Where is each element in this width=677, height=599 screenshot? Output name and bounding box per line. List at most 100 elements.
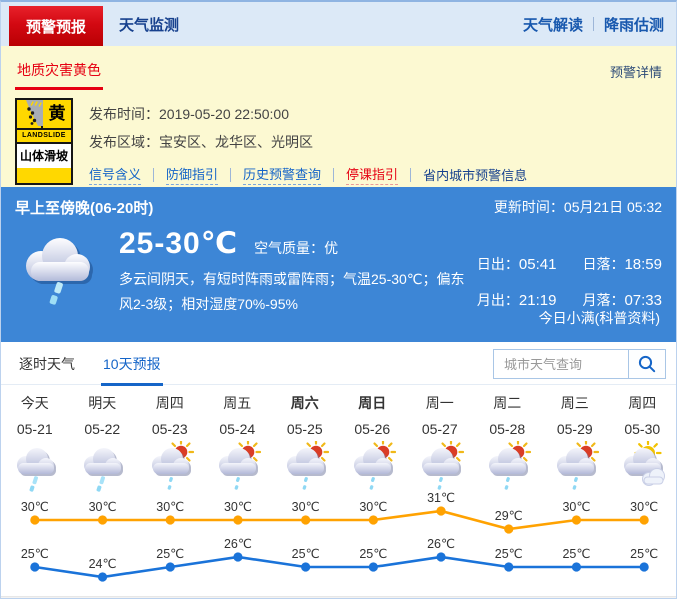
day-name: 周五 <box>223 395 252 411</box>
forecast-period: 早上至傍晚(06-20时) <box>15 200 154 217</box>
publish-area-label: 发布区域： <box>89 134 159 150</box>
search-button[interactable] <box>628 350 665 378</box>
day-date: 05-29 <box>556 421 593 437</box>
update-time-label: 更新时间： <box>493 199 564 215</box>
moonset-label: 月落： <box>582 291 625 308</box>
forecast-day-column[interactable]: 周五 05-24 <box>204 393 272 491</box>
link-defense-guide[interactable]: 防御指引 <box>166 164 219 185</box>
day-date: 05-26 <box>354 421 391 437</box>
day-date: 05-30 <box>624 421 661 437</box>
solar-term-link[interactable]: 今日小满(科普资料) <box>539 308 660 328</box>
air-quality: 空气质量：优 <box>254 238 338 258</box>
link-weather-interpretation[interactable]: 天气解读 <box>523 14 583 35</box>
high-temp-label: 30℃ <box>292 500 320 514</box>
weather-icon-sun-shower <box>406 439 474 491</box>
weather-widget: 预警预报 天气监测 天气解读 降雨估测 地质灾害黄色 预警详情 黄 LANDSL… <box>0 0 677 599</box>
high-temp-point <box>571 515 582 525</box>
low-temp-point <box>233 552 243 562</box>
publish-area-line: 发布区域：宝安区、龙华区、光明区 <box>89 130 527 154</box>
landslide-pictogram <box>17 100 43 128</box>
day-date: 05-21 <box>16 421 53 437</box>
link-rain-estimate[interactable]: 降雨估测 <box>604 14 664 35</box>
day-name: 周二 <box>493 395 522 411</box>
high-temp-point <box>30 515 40 525</box>
high-temp-label: 30℃ <box>359 500 387 514</box>
sunset-value: 18:59 <box>624 256 662 273</box>
publish-area-value: 宝安区、龙华区、光明区 <box>159 134 313 150</box>
forecast-day-column[interactable]: 周一 05-27 <box>406 393 474 491</box>
city-search-input[interactable] <box>494 350 628 378</box>
weather-icon-rain <box>69 439 137 492</box>
warning-texts: 发布时间：2019-05-20 22:50:00 发布区域：宝安区、龙华区、光明… <box>89 98 527 185</box>
temperature-chart: 30℃ 30℃ 30℃ 30℃ 30℃ 30℃ 31℃ 29℃ 30℃ 30℃ 25℃ 24℃ 25℃ 2… <box>1 491 676 596</box>
forecast-day-column[interactable]: 明天 05-22 <box>69 393 137 492</box>
warning-level-char: 黄 <box>48 104 66 123</box>
day-name: 周四 <box>628 395 657 411</box>
high-temp-label: 30℃ <box>21 500 49 514</box>
tab-warning-forecast[interactable]: 预警预报 <box>9 6 103 46</box>
day-name: 周一 <box>425 395 454 411</box>
day-name: 周六 <box>290 395 319 411</box>
forecast-day-column[interactable]: 周二 05-28 <box>474 393 542 491</box>
current-weather-text: 25-30℃ 空气质量：优 多云间阴天，有短时阵雨或雷阵雨；气温25-30℃；偏… <box>119 226 467 317</box>
low-temp-line <box>34 555 645 579</box>
high-temp-line <box>34 509 645 531</box>
ten-day-forecast: 今天 05-21 明天 05-22 周四 05-23 周五 05-24 周六 05-25 周日 05-… <box>1 385 676 598</box>
weather-icon-sun-shower <box>271 439 339 491</box>
tab-geohazard-yellow[interactable]: 地质灾害黄色 <box>15 60 103 90</box>
forecast-day-column[interactable]: 周六 05-25 <box>271 393 339 491</box>
sunset: 日落：18:59 <box>582 254 662 282</box>
moonset-value: 07:33 <box>624 291 662 309</box>
link-class-suspension-guide[interactable]: 停课指引 <box>346 164 399 185</box>
temp-row: 25-30℃ 空气质量：优 <box>119 226 467 261</box>
top-tab-bar: 预警预报 天气监测 天气解读 降雨估测 <box>1 2 676 46</box>
day-name: 周四 <box>155 395 184 411</box>
high-temp-point <box>233 515 243 525</box>
forecast-columns: 今天 05-21 明天 05-22 周四 05-23 周五 05-24 周六 05-25 周日 05-… <box>1 385 677 492</box>
forecast-day-column[interactable]: 周三 05-29 <box>541 393 609 491</box>
forecast-day-column[interactable]: 周日 05-26 <box>339 393 407 491</box>
forecast-day-column[interactable]: 周四 05-30 <box>609 393 677 491</box>
day-name: 今天 <box>20 395 49 411</box>
link-warning-details[interactable]: 预警详情 <box>610 62 662 81</box>
high-temp-label: 30℃ <box>224 500 252 514</box>
link-signal-meaning[interactable]: 信号含义 <box>89 164 142 185</box>
topbar-links: 天气解读 降雨估测 <box>523 2 664 46</box>
temperature-range: 25-30℃ <box>119 227 239 260</box>
tab-weather-monitor[interactable]: 天气监测 <box>119 14 179 35</box>
weather-icon-rain <box>1 439 69 492</box>
day-name: 周日 <box>358 395 387 411</box>
landslide-yellow-warning-icon: 黄 LANDSLIDE 山体滑坡 <box>15 98 73 185</box>
high-temp-point <box>436 506 446 516</box>
forecast-day-column[interactable]: 周四 05-23 <box>136 393 204 491</box>
day-name: 周三 <box>560 395 589 411</box>
high-temp-label: 30℃ <box>89 500 117 514</box>
divider <box>333 167 335 182</box>
weather-icon-sun-shower <box>541 439 609 491</box>
divider <box>230 167 232 182</box>
tab-ten-day-forecast[interactable]: 10天预报 <box>101 341 163 386</box>
low-temp-label: 26℃ <box>427 537 455 551</box>
landslide-cn-label: 山体滑坡 <box>17 144 71 168</box>
low-temp-label: 25℃ <box>292 547 320 561</box>
high-temp-label: 30℃ <box>156 500 184 514</box>
tab-hourly-weather[interactable]: 逐时天气 <box>17 341 77 386</box>
link-province-city-warnings[interactable]: 省内城市预警信息 <box>423 165 527 185</box>
high-temp-point <box>301 515 311 525</box>
low-temp-label: 25℃ <box>359 547 387 561</box>
divider <box>410 167 412 182</box>
warning-section: 地质灾害黄色 预警详情 黄 LANDSLIDE 山体滑坡 发布时间：2019-0… <box>1 46 676 187</box>
low-temp-point <box>639 562 649 572</box>
warning-links-row: 信号含义 防御指引 历史预警查询 停课指引 省内城市预警信息 <box>89 164 527 185</box>
high-temp-point <box>97 515 108 525</box>
city-search-box <box>493 349 666 379</box>
forecast-day-column[interactable]: 今天 05-21 <box>1 393 69 492</box>
air-quality-label: 空气质量： <box>254 240 325 256</box>
moonrise-label: 月出： <box>476 291 519 308</box>
low-temp-point <box>301 562 311 572</box>
link-history-query[interactable]: 历史预警查询 <box>243 164 322 185</box>
low-temp-point <box>368 562 378 572</box>
current-main: 25-30℃ 空气质量：优 多云间阴天，有短时阵雨或雷阵雨；气温25-30℃；偏… <box>15 226 662 317</box>
high-temp-point <box>368 515 378 525</box>
day-name: 明天 <box>88 395 117 411</box>
